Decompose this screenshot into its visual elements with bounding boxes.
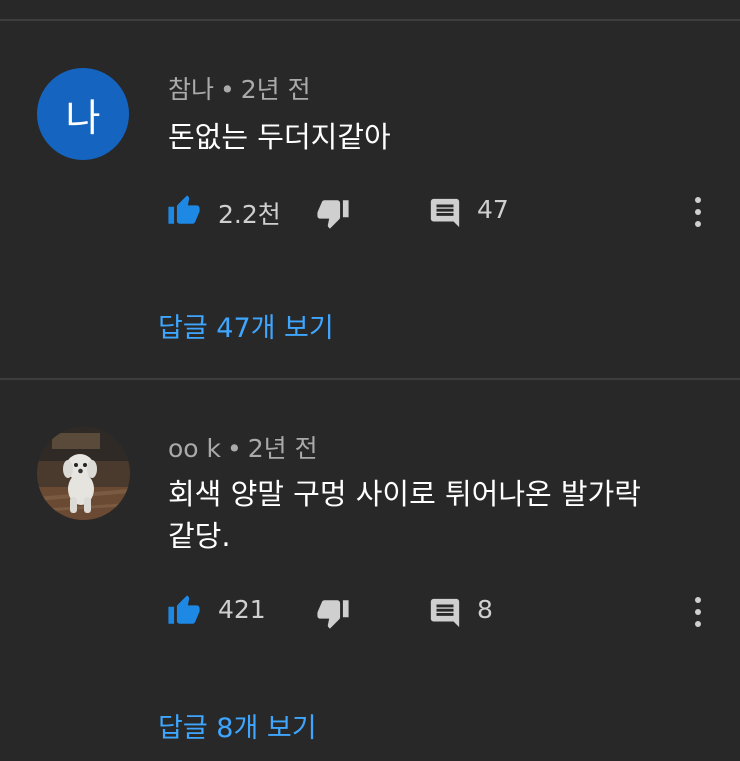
thumbs-down-icon[interactable]: [315, 196, 351, 230]
comment-item: 나 참나 • 2년 전 돈없는 두더지같아 2.2천 47 답글 47개 보기: [0, 0, 740, 378]
more-vertical-icon[interactable]: [690, 594, 706, 630]
avatar[interactable]: [37, 427, 130, 520]
meta-separator: •: [227, 434, 242, 463]
view-replies-link[interactable]: 답글 8개 보기: [158, 706, 317, 745]
comment-text: 회색 양말 구멍 사이로 튀어나온 발가락 같당.: [168, 477, 641, 553]
like-count: 2.2천: [218, 200, 281, 229]
thumbs-up-icon[interactable]: [166, 594, 202, 628]
reply-comment-icon[interactable]: [428, 596, 462, 630]
thumbs-up-icon[interactable]: [166, 194, 202, 228]
comment-meta: oo k • 2년 전: [168, 429, 318, 465]
avatar[interactable]: 나: [37, 68, 129, 160]
comment-meta: 참나 • 2년 전: [168, 70, 311, 106]
reply-count: 8: [477, 595, 493, 624]
comment-actions: 421 8: [0, 594, 740, 634]
like-count: 421: [218, 595, 266, 624]
comment-item: oo k • 2년 전 회색 양말 구멍 사이로 튀어나온 발가락 같당. 421 …: [0, 380, 740, 761]
comment-author[interactable]: 참나: [168, 75, 214, 104]
more-vertical-icon[interactable]: [690, 194, 706, 230]
meta-separator: •: [220, 75, 235, 104]
reply-count: 47: [477, 195, 509, 224]
comment-author[interactable]: oo k: [168, 434, 221, 463]
comments-page: 나 참나•2년 전 돈없는 두더지같아 2.2천 47 답글 47개 보기: [0, 0, 740, 761]
comment-actions: 2.2천 47: [0, 194, 740, 234]
avatar-letter: 나: [65, 95, 101, 140]
thumbs-down-icon[interactable]: [315, 596, 351, 630]
view-replies-link[interactable]: 답글 47개 보기: [158, 306, 334, 345]
dog-photo-avatar: [37, 427, 130, 520]
comment-text: 돈없는 두더지같아: [168, 120, 391, 154]
comment-time: 2년 전: [240, 75, 311, 104]
reply-comment-icon[interactable]: [428, 196, 462, 230]
comment-time: 2년 전: [247, 434, 318, 463]
